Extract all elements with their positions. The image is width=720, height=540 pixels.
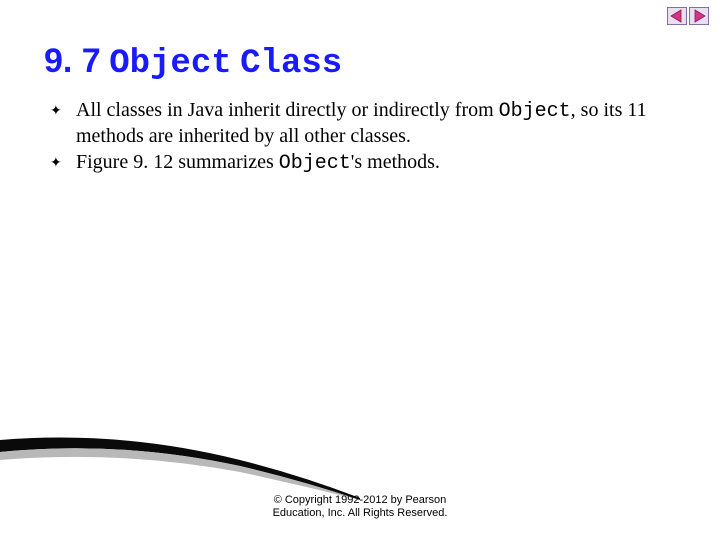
prev-button[interactable]	[666, 6, 688, 26]
next-arrow-icon	[689, 7, 709, 25]
bullet-icon: ✦	[50, 102, 62, 119]
slide-content: ✦ All classes in Java inherit directly o…	[48, 98, 672, 178]
bullet-text-post: 's methods.	[351, 151, 440, 173]
bullet-code: Object	[499, 100, 571, 123]
slide-title: 9. 7 Object Class	[44, 42, 342, 83]
bullet-text-pre: All classes in Java inherit directly or …	[76, 99, 499, 121]
title-suffix: Class	[240, 45, 342, 83]
nav-arrows	[666, 6, 710, 26]
bullet-code: Object	[279, 152, 351, 175]
title-code: Object	[109, 45, 231, 83]
bullet-icon: ✦	[50, 154, 62, 171]
slide: 9. 7 Object Class ✦ All classes in Java …	[0, 0, 720, 540]
bullet-text-pre: Figure 9. 12 summarizes	[76, 151, 279, 173]
next-button[interactable]	[688, 6, 710, 26]
title-number: 9. 7	[44, 42, 101, 80]
prev-arrow-icon	[667, 7, 687, 25]
copyright-line2: Education, Inc. All Rights Reserved.	[0, 507, 720, 520]
copyright: © Copyright 1992-2012 by Pearson Educati…	[0, 494, 720, 520]
list-item: ✦ All classes in Java inherit directly o…	[48, 98, 672, 148]
list-item: ✦ Figure 9. 12 summarizes Object's metho…	[48, 150, 672, 176]
decorative-swoosh	[0, 430, 360, 500]
copyright-line1: © Copyright 1992-2012 by Pearson	[0, 494, 720, 507]
